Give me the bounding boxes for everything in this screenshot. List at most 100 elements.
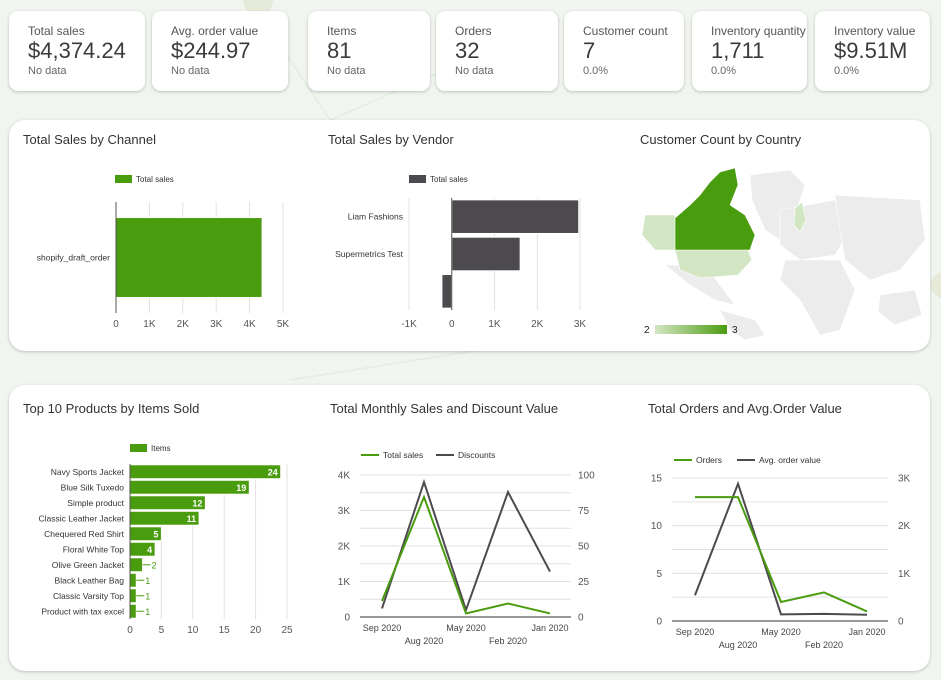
kpi-comparison: No data (455, 65, 494, 77)
category-label: Blue Silk Tuxedo (61, 482, 125, 492)
y-right-tick-label: 75 (578, 506, 590, 517)
products-bar-chart: Items0 5 10 15 20 25Navy Sports Jacket 24Blue … (38, 444, 293, 636)
kpi-comparison: 0.0% (711, 65, 737, 77)
x-tick-label: 15 (219, 625, 231, 636)
y-left-tick-label: 4K (338, 471, 351, 482)
data-label: 1 (145, 591, 150, 601)
x-tick-label: May 2020 (446, 623, 486, 633)
legend-label: Total sales (136, 175, 174, 184)
x-tick-label: 1K (143, 319, 156, 330)
y-right-tick-label: 2K (898, 521, 911, 532)
legend-label: Discounts (458, 450, 495, 460)
x-tick-label: 5K (277, 319, 290, 330)
bar (451, 199, 580, 234)
channel-bar-chart: Total sales 0 1K 2K 3K 4K 5K shopify_draft_orde… (37, 175, 290, 330)
legend-label: Avg. order value (759, 455, 821, 465)
kpi-label: Orders (455, 24, 492, 38)
series-line-total-sales (381, 494, 551, 615)
category-label: Supermetrics Test (335, 249, 404, 259)
kpi-value: $4,374.24 (28, 38, 126, 63)
category-label: Floral White Top (63, 544, 125, 554)
x-tick-label: Feb 2020 (805, 640, 843, 650)
y-left-tick-label: 15 (651, 474, 663, 485)
y-right-tick-label: 0 (578, 613, 584, 624)
vendor-bar-chart: Total sales -1K 0 1K 2K 3K Liam Fashions Superm… (335, 175, 587, 330)
bar (129, 557, 144, 573)
chart-title-monthly: Total Monthly Sales and Discount Value (330, 401, 559, 416)
bar (129, 572, 137, 588)
kpi-customer-count: Customer count 7 0.0% (564, 11, 684, 91)
x-tick-label: 0 (113, 319, 119, 330)
category-label: Black Leather Bag (55, 575, 125, 585)
data-label: 19 (236, 483, 246, 493)
x-tick-label: -1K (401, 319, 417, 330)
kpi-inventory-quantity: Inventory quantity 1,711 0.0% (692, 11, 807, 91)
kpi-comparison: 0.0% (583, 65, 609, 77)
chart-title-vendor: Total Sales by Vendor (328, 132, 454, 147)
bar (129, 479, 250, 495)
x-tick-label: 2K (177, 319, 190, 330)
bar (129, 588, 137, 604)
map-region-africa (779, 259, 856, 336)
kpi-value: $244.97 (171, 38, 251, 63)
kpi-items: Items 81 No data (308, 11, 430, 91)
y-left-tick-label: 0 (344, 613, 350, 624)
legend-swatch (115, 175, 132, 183)
chart-title-country: Customer Count by Country (640, 132, 802, 147)
data-label: 11 (187, 514, 197, 524)
data-label: 4 (147, 545, 152, 555)
x-tick-label: 0 (127, 625, 133, 636)
map-region-asia (834, 194, 926, 281)
bar (451, 236, 521, 272)
category-label: Liam Fashions (348, 212, 403, 222)
kpi-comparison: No data (171, 65, 210, 77)
y-left-tick-label: 5 (656, 569, 662, 580)
legend-label: Total sales (430, 175, 468, 184)
bar (129, 464, 282, 480)
category-label: shopify_draft_order (37, 253, 110, 263)
bar (115, 217, 263, 298)
map-region-australia (877, 289, 923, 326)
x-tick-label: Aug 2020 (719, 640, 758, 650)
customer-country-map: 2 3 (641, 167, 926, 340)
x-tick-label: 3K (574, 319, 587, 330)
chart-title-channel: Total Sales by Channel (23, 132, 156, 147)
category-label: Classic Leather Jacket (38, 513, 124, 523)
bar (129, 603, 137, 619)
chart-title-products: Top 10 Products by Items Sold (23, 401, 200, 416)
y-left-tick-label: 1K (338, 577, 351, 588)
x-tick-label: 2K (531, 319, 544, 330)
data-label: 5 (153, 529, 158, 539)
y-left-tick-label: 3K (338, 506, 351, 517)
legend-label: Orders (696, 455, 722, 465)
kpi-label: Inventory quantity (711, 24, 806, 38)
kpi-value: 7 (583, 38, 596, 63)
kpi-value: $9.51M (834, 38, 908, 63)
x-tick-label: Jan 2020 (848, 627, 885, 637)
kpi-comparison: 0.0% (834, 65, 860, 77)
x-tick-label: Aug 2020 (405, 636, 444, 646)
category-label: Olive Green Jacket (52, 560, 125, 570)
orders-line-chart: 0 5 10 15 0 1K 2K 3K Sep 2020 Aug 2020May 2020 Feb… (651, 455, 911, 650)
kpi-total-sales: Total sales $4,374.24 No data (9, 11, 145, 91)
map-region-alaska (641, 214, 679, 251)
x-tick-label: May 2020 (761, 627, 801, 637)
map-region-canada (674, 167, 756, 251)
y-left-tick-label: 0 (656, 617, 662, 628)
x-tick-label: 0 (449, 319, 455, 330)
data-label: 2 (152, 560, 157, 570)
map-scale-max: 3 (732, 325, 738, 336)
x-tick-label: 1K (488, 319, 501, 330)
data-label: 12 (192, 498, 202, 508)
x-tick-label: Sep 2020 (676, 627, 715, 637)
category-label: Navy Sports Jacket (51, 467, 125, 477)
kpi-label: Inventory value (834, 24, 916, 38)
y-left-tick-label: 10 (651, 521, 663, 532)
x-tick-label: 25 (281, 625, 293, 636)
category-label: Product with tax excel (41, 606, 124, 616)
y-right-tick-label: 100 (578, 471, 595, 482)
map-scale-bar (655, 325, 727, 334)
x-tick-label: 10 (187, 625, 199, 636)
series-line-orders (695, 496, 868, 613)
kpi-value: 1,711 (711, 38, 765, 63)
